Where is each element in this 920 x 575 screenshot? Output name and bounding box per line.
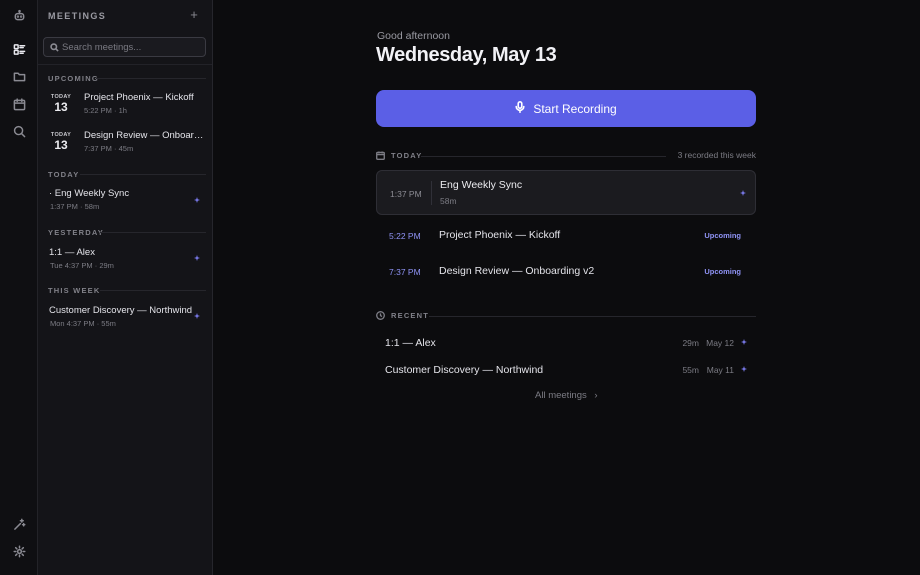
upcoming-item[interactable]: TODAY 13 Project Phoenix — Kickoff 5:22 … — [38, 90, 212, 124]
nav-folders-button[interactable] — [7, 67, 31, 91]
section-line — [421, 156, 666, 157]
meeting-meta: Mon 4:37 PM · 55m — [50, 319, 116, 328]
sparkle-icon — [194, 255, 200, 261]
recent-section-header: RECENT — [376, 310, 756, 322]
recent-label: RECENT — [391, 311, 430, 320]
section-line — [80, 174, 206, 175]
nav-calendar-button[interactable] — [7, 95, 31, 119]
meeting-title: Project Phoenix — Kickoff — [84, 92, 194, 103]
sparkle-icon — [741, 366, 747, 372]
start-recording-label: Start Recording — [533, 101, 617, 116]
all-meetings-link[interactable]: All meetings › — [535, 390, 598, 401]
meeting-meta: 7:37 PM · 45m — [84, 144, 134, 153]
meeting-title: 1:1 — Alex — [49, 247, 95, 258]
section-label-today: TODAY — [48, 170, 80, 179]
nav-settings-button[interactable] — [7, 542, 31, 566]
microphone-icon — [515, 101, 533, 116]
recording-item[interactable]: 1:1 — Alex Tue 4:37 PM · 29m — [38, 247, 212, 275]
meeting-time: 7:37 PM — [389, 267, 421, 277]
sparkle-icon — [194, 197, 200, 203]
status-badge: Upcoming — [704, 231, 741, 240]
separator — [431, 181, 432, 205]
search-icon — [13, 125, 26, 143]
main-panel: Good afternoon Wednesday, May 13 Start R… — [213, 0, 920, 575]
sidebar-divider — [38, 64, 212, 65]
sparkle-wand-icon — [13, 518, 26, 536]
chevron-right-icon: › — [594, 390, 598, 401]
meeting-meta: 5:22 PM · 1h — [84, 106, 127, 115]
page-title: Wednesday, May 13 — [376, 44, 557, 66]
meeting-date: May 12 — [706, 338, 734, 348]
meeting-meta: Tue 4:37 PM · 29m — [50, 261, 114, 270]
meeting-title: 1:1 — Alex — [385, 337, 436, 349]
gear-icon — [12, 545, 26, 563]
nav-magic-button[interactable] — [7, 515, 31, 539]
day-number: 13 — [54, 100, 68, 114]
meeting-duration: 29m — [682, 338, 699, 348]
day-number: 13 — [54, 138, 68, 152]
section-label-upcoming: UPCOMING — [48, 74, 99, 83]
nav-search-button[interactable] — [7, 122, 31, 146]
meetings-sidebar: MEETINGS + UPCOMING TODAY 13 Project Pho… — [38, 0, 213, 575]
section-label-yesterday: YESTERDAY — [48, 228, 104, 237]
meeting-title: Project Phoenix — Kickoff — [439, 229, 561, 241]
meeting-meta: 1:37 PM · 58m — [50, 202, 100, 211]
meeting-duration: 58m — [440, 196, 457, 206]
sidebar-title: MEETINGS — [48, 11, 107, 21]
meeting-row[interactable]: 5:22 PM Project Phoenix — Kickoff Upcomi… — [376, 225, 756, 249]
start-recording-button[interactable]: Start Recording — [376, 90, 756, 127]
sparkle-icon — [741, 339, 747, 345]
meeting-title: Eng Weekly Sync — [440, 179, 523, 191]
meeting-title: Design Review — Onboarding v2 — [439, 265, 595, 277]
recording-item[interactable]: · Eng Weekly Sync 1:37 PM · 58m — [38, 188, 212, 216]
meeting-date: May 11 — [706, 365, 734, 375]
list-icon — [13, 43, 26, 61]
all-meetings-label: All meetings — [535, 390, 587, 401]
search-input[interactable] — [62, 38, 202, 56]
meeting-duration: 55m — [682, 365, 699, 375]
nav-meetings-button[interactable] — [7, 40, 31, 64]
today-label: TODAY — [391, 151, 423, 160]
section-label-this-week: THIS WEEK — [48, 286, 101, 295]
meeting-row[interactable]: 7:37 PM Design Review — Onboarding v2 Up… — [376, 261, 756, 285]
meeting-card-active[interactable]: 1:37 PM Eng Weekly Sync 58m — [376, 170, 756, 215]
recent-row[interactable]: 1:1 — Alex 29m May 12 — [376, 333, 756, 355]
meeting-title: · Eng Weekly Sync — [49, 188, 130, 199]
recorded-count: 3 recorded this week — [677, 150, 756, 160]
recent-row[interactable]: Customer Discovery — Northwind 55m May 1… — [376, 360, 756, 382]
meeting-time: 5:22 PM — [389, 231, 421, 241]
app-logo-button[interactable] — [7, 6, 31, 30]
icon-rail — [0, 0, 38, 575]
today-section-header: TODAY 3 recorded this week — [376, 150, 756, 162]
add-meeting-button[interactable]: + — [187, 8, 201, 22]
robot-icon — [13, 9, 26, 27]
section-line — [429, 316, 756, 317]
meeting-title: Customer Discovery — Northwind — [385, 364, 544, 376]
section-line — [100, 232, 206, 233]
meeting-title: Design Review — Onboarding v2 — [84, 130, 208, 141]
status-badge: Upcoming — [704, 267, 741, 276]
sparkle-icon — [194, 313, 200, 319]
section-line — [100, 290, 206, 291]
section-line — [96, 78, 206, 79]
folder-icon — [13, 70, 26, 88]
sparkle-icon — [740, 190, 746, 196]
greeting: Good afternoon — [377, 30, 450, 42]
meeting-title: Customer Discovery — Northwind — [49, 305, 193, 316]
upcoming-item[interactable]: TODAY 13 Design Review — Onboarding v2 7… — [38, 128, 212, 162]
meeting-time: 1:37 PM — [390, 189, 422, 199]
recording-item[interactable]: Customer Discovery — Northwind Mon 4:37 … — [38, 305, 212, 333]
search-box — [43, 37, 206, 57]
calendar-icon — [13, 98, 26, 116]
